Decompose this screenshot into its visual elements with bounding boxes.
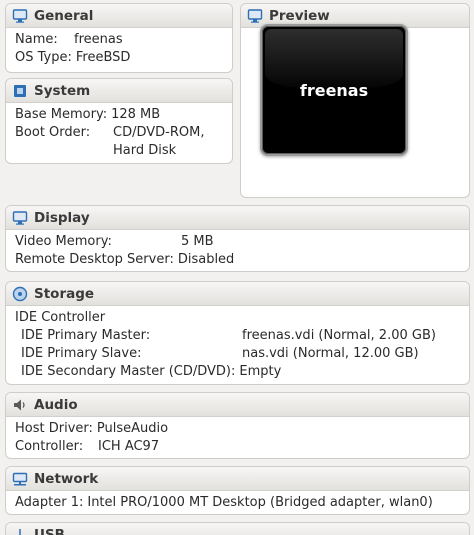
preview-vm-name: freenas: [299, 80, 369, 100]
boot-order-value-2: Hard Disk: [113, 143, 177, 158]
storage-panel: Storage IDE Controller IDE Primary Maste…: [5, 281, 470, 385]
ide-primary-master-value: freenas.vdi (Normal, 2.00 GB): [242, 328, 436, 343]
audio-title: Audio: [34, 396, 78, 413]
base-memory-label: Base Memory:: [15, 107, 108, 122]
network-title: Network: [34, 470, 99, 487]
audio-header[interactable]: Audio: [6, 393, 469, 417]
system-title: System: [34, 82, 91, 99]
system-panel: System Base Memory: 128 MB Boot Order: CD/…: [5, 78, 233, 164]
network-panel: Network Adapter 1: Intel PRO/1000 MT Desk…: [5, 466, 470, 515]
general-header[interactable]: General: [6, 4, 232, 28]
ide-primary-slave-value: nas.vdi (Normal, 12.00 GB): [242, 346, 419, 361]
audio-controller-label: Controller:: [15, 439, 84, 454]
display-header[interactable]: Display: [6, 206, 469, 230]
video-memory-value: 5 MB: [181, 234, 214, 249]
disk-icon: [12, 286, 28, 302]
name-label: Name:: [15, 32, 58, 47]
remote-desktop-value: Disabled: [177, 252, 235, 267]
network-header[interactable]: Network: [6, 467, 469, 491]
boot-order-value-1: CD/DVD-ROM,: [113, 125, 205, 140]
audio-controller-value: ICH AC97: [98, 439, 160, 454]
base-memory-value: 128 MB: [111, 107, 161, 122]
system-header[interactable]: System: [6, 79, 232, 103]
video-memory-label: Video Memory:: [15, 234, 112, 249]
speaker-icon: [12, 397, 28, 413]
chip-icon: [12, 83, 28, 99]
display-title: Display: [34, 209, 90, 226]
monitor-icon: [12, 8, 28, 24]
preview-panel: Preview freenas: [240, 3, 470, 198]
preview-title: Preview: [269, 7, 330, 24]
monitor-icon: [247, 8, 263, 24]
adapter-1-label: Adapter 1:: [15, 495, 84, 510]
ide-primary-slave-label: IDE Primary Slave:: [21, 346, 142, 361]
adapter-1-value: Intel PRO/1000 MT Desktop (Bridged adapt…: [87, 495, 433, 510]
os-type-value: FreeBSD: [75, 50, 131, 65]
usb-panel: USB: [5, 522, 470, 535]
boot-order-label: Boot Order:: [15, 125, 91, 140]
ide-secondary-master-label: IDE Secondary Master (CD/DVD):: [21, 364, 236, 379]
audio-panel: Audio Host Driver: PulseAudio Controller:…: [5, 392, 470, 459]
usb-header[interactable]: USB: [6, 523, 469, 535]
remote-desktop-label: Remote Desktop Server:: [15, 252, 174, 267]
host-driver-value: PulseAudio: [96, 421, 169, 436]
general-title: General: [34, 7, 94, 24]
name-value: freenas: [74, 32, 123, 47]
ide-controller-label: IDE Controller: [15, 310, 106, 325]
preview-screen: freenas: [260, 24, 408, 156]
usb-icon: [12, 527, 28, 535]
storage-title: Storage: [34, 285, 95, 302]
storage-header[interactable]: Storage: [6, 282, 469, 306]
host-driver-label: Host Driver:: [15, 421, 93, 436]
ide-primary-master-label: IDE Primary Master:: [21, 328, 151, 343]
os-type-label: OS Type:: [15, 50, 72, 65]
usb-title: USB: [34, 526, 65, 535]
display-panel: Display Video Memory: 5 MB Remote Desktop…: [5, 205, 470, 272]
display-icon: [12, 210, 28, 226]
ide-secondary-master-value: Empty: [239, 364, 282, 379]
network-icon: [12, 471, 28, 487]
general-panel: General Name: freenas OS Type: FreeBSD: [5, 3, 233, 73]
